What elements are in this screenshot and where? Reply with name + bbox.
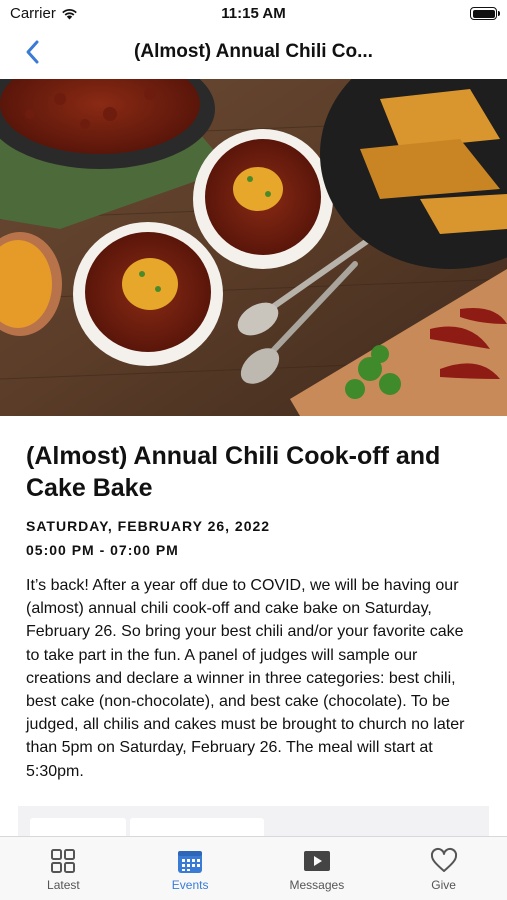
tab-label: Give [431, 878, 456, 892]
tab-events[interactable]: Events [127, 837, 254, 900]
tab-latest[interactable]: Latest [0, 837, 127, 900]
battery-icon [470, 7, 500, 20]
clock: 11:15 AM [221, 5, 286, 22]
calendar-icon [178, 851, 203, 873]
tab-give[interactable]: Give [380, 837, 507, 900]
tab-messages[interactable]: Messages [254, 837, 381, 900]
status-bar: Carrier 11:15 AM [0, 0, 507, 28]
nav-title: (Almost) Annual Chili Co... [134, 41, 373, 62]
event-date: SATURDAY, FEBRUARY 26, 2022 [26, 518, 271, 534]
tab-label: Messages [289, 878, 345, 892]
event-title: (Almost) Annual Chili Cook-off and Cake … [26, 442, 441, 502]
tab-label: Latest [47, 878, 80, 892]
event-description: It’s back! After a year off due to COVID… [26, 577, 465, 780]
grid-icon [51, 849, 76, 873]
tab-label: Events [171, 878, 209, 892]
event-details: (Almost) Annual Chili Cook-off and Cake … [26, 440, 481, 783]
event-time: 05:00 PM - 07:00 PM [26, 542, 179, 558]
navigation-bar: (Almost) Annual Chili Co... [0, 28, 507, 78]
play-icon [303, 851, 330, 871]
heart-icon [430, 847, 457, 872]
tab-bar: Latest Events Messages Give [0, 836, 507, 900]
chevron-left-icon [26, 40, 39, 64]
event-hero-image [0, 79, 507, 416]
back-button[interactable] [20, 38, 50, 68]
